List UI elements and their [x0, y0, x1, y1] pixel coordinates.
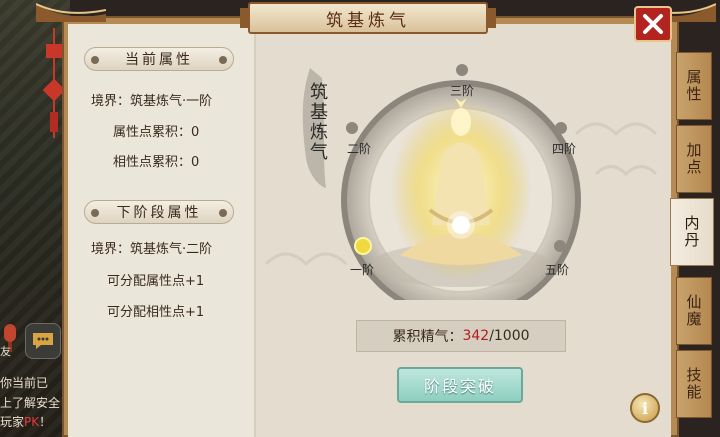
stage-label-3: 三阶 — [450, 84, 475, 98]
progress-max: /1000 — [489, 328, 530, 344]
next-attrs-header: 下阶段属性 — [84, 200, 234, 224]
essence-progress: 累积精气： 342 /1000 — [356, 320, 566, 352]
tab-points[interactable]: 加点 — [676, 125, 712, 193]
current-attrs-header: 当前属性 — [84, 47, 234, 71]
window-title-plate: 筑基炼气 — [248, 2, 488, 34]
progress-current: 342 — [462, 328, 490, 344]
next-attr-bonus: 可分配属性点+1 — [107, 274, 205, 289]
close-icon — [643, 14, 663, 34]
chat-line-3: 玩家PK！ — [0, 415, 52, 429]
current-attr-points: 属性点累积：0 — [113, 125, 200, 140]
attributes-panel — [68, 24, 256, 437]
tab-skills[interactable]: 技能 — [676, 350, 712, 418]
stage-label-2: 二阶 — [347, 142, 372, 156]
current-realm: 境界：筑基炼气·一阶 — [91, 94, 213, 109]
speech-bubble-icon — [33, 333, 53, 349]
tab-attributes[interactable]: 属性 — [676, 52, 712, 120]
chat-line-1: 你当前已 — [0, 376, 49, 390]
stage-label-4: 四阶 — [552, 142, 577, 156]
next-realm: 境界：筑基炼气·二阶 — [91, 242, 213, 257]
chat-bubble-icon[interactable] — [25, 323, 61, 359]
chat-badge: 友 — [0, 345, 11, 358]
breakthrough-button[interactable]: 阶段突破 — [397, 367, 523, 403]
tab-inner-core[interactable]: 内丹 — [670, 198, 714, 266]
current-phase-points: 相性点累积：0 — [113, 155, 200, 170]
tab-immortal-demon[interactable]: 仙魔 — [676, 277, 712, 345]
info-icon[interactable]: i — [630, 393, 660, 423]
roof-eave-left-icon — [36, 3, 106, 22]
brush-title: 筑基炼气 — [307, 82, 328, 162]
next-phase-bonus: 可分配相性点+1 — [107, 305, 205, 320]
stage-label-1: 一阶 — [350, 263, 375, 277]
close-button[interactable] — [634, 6, 672, 42]
progress-label: 累积精气： — [392, 329, 463, 345]
chat-line-2: 上了解安全 — [0, 396, 61, 410]
stage-label-5: 五阶 — [545, 263, 570, 277]
window-title: 筑基炼气 — [326, 10, 410, 31]
